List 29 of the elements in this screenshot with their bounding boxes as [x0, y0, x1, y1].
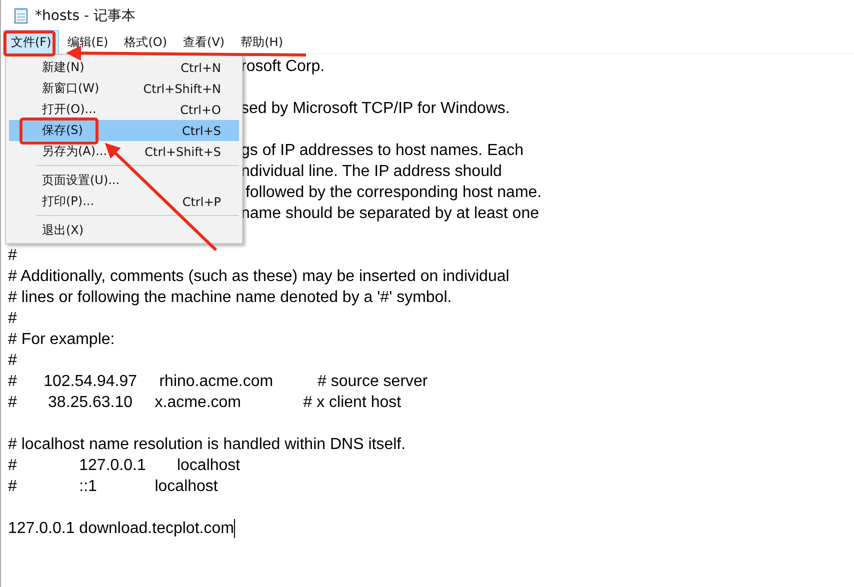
text-line: # For example:: [8, 330, 115, 350]
notepad-icon: [14, 7, 29, 24]
text-line: # Additionally, comments (such as these) may be inserted on individual: [8, 267, 510, 287]
text-line: followed by the corresponding host name.: [244, 183, 542, 203]
highlight-frame: [4, 30, 56, 56]
window-title: *hosts - 记事本: [35, 6, 136, 24]
text-line: # 127.0.0.1 localhost: [8, 456, 240, 476]
menu-item[interactable]: 打开(O)... Ctrl+O: [9, 99, 239, 120]
text-line: # 38.25.63.10 x.acme.com # x client host: [8, 393, 402, 413]
menu-item[interactable]: 编辑(E): [59, 30, 116, 54]
text-line: #: [8, 246, 17, 266]
menu-item[interactable]: 新窗口(W) Ctrl+Shift+N: [9, 78, 239, 99]
menu-item[interactable]: 另存为(A)... Ctrl+Shift+S: [9, 141, 239, 162]
menu-item[interactable]: 打印(P)... Ctrl+P: [9, 191, 239, 212]
menu-item[interactable]: 退出(X): [9, 220, 239, 241]
text-line: #: [8, 351, 17, 371]
text-line: #: [8, 309, 17, 329]
text-line: 127.0.0.1 download.tecplot.com: [8, 519, 234, 539]
menu-item[interactable]: 页面设置(U)...: [9, 170, 239, 191]
menu-item[interactable]: 新建(N) Ctrl+N: [9, 57, 239, 78]
text-line: # lines or following the machine name denoted by a '#' symbol.: [8, 288, 452, 308]
text-line: ndividual line. The IP address should: [241, 162, 502, 182]
menu-item[interactable]: 格式(O): [116, 30, 176, 54]
menu-item[interactable]: 保存(S) Ctrl+S: [9, 120, 239, 141]
menu-item[interactable]: 帮助(H): [232, 30, 291, 54]
menu-item[interactable]: 查看(V): [175, 30, 233, 54]
text-line: # localhost name resolution is handled within DNS itself.: [8, 435, 406, 455]
text-line: # ::1 localhost: [8, 477, 218, 497]
text-line: # 102.54.94.97 rhino.acme.com # source server: [8, 372, 428, 392]
